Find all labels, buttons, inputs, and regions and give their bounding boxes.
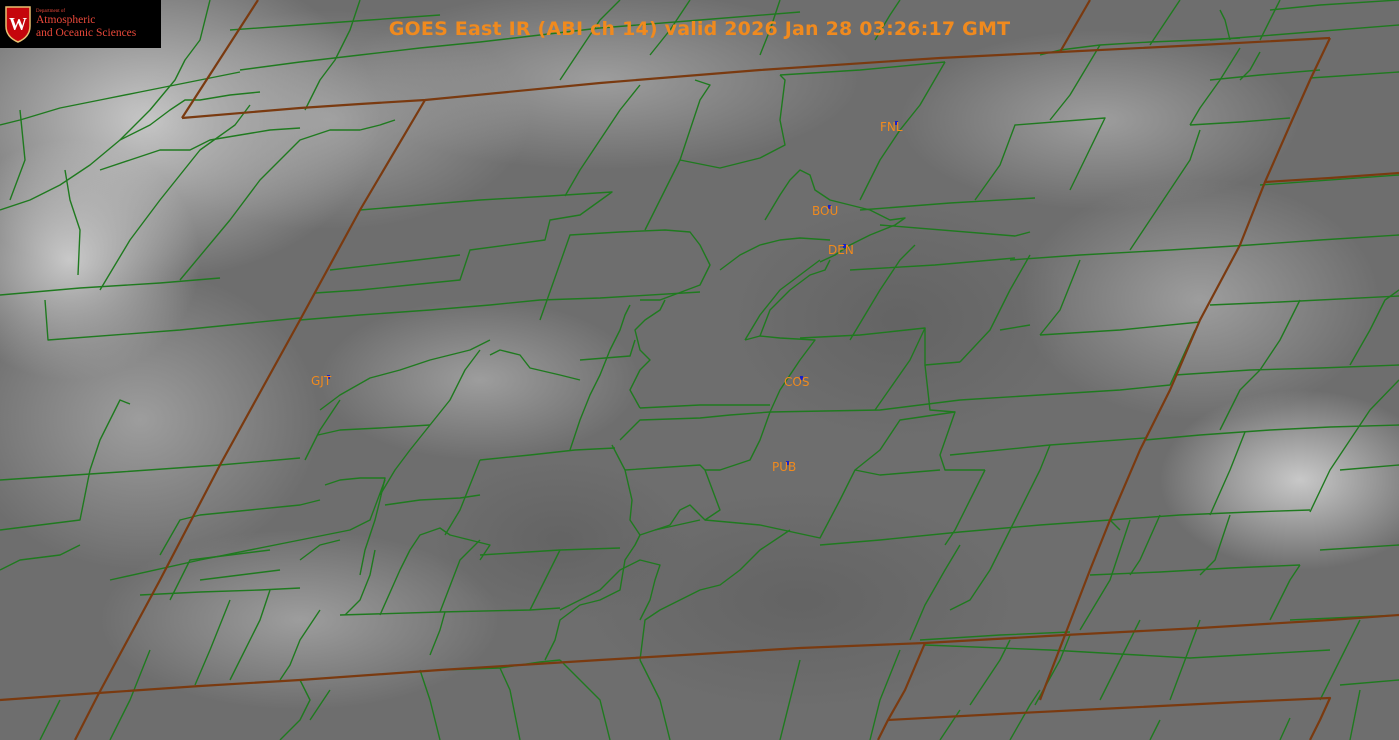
image-title: GOES East IR (ABI ch 14) valid 2026 Jan … bbox=[388, 18, 1011, 40]
satellite-map-view: W Department of Atmospheric and Oceanic … bbox=[0, 0, 1399, 740]
station-label-bou: BOU bbox=[812, 204, 839, 218]
station-label-gjt: GJT bbox=[311, 374, 332, 388]
ir-satellite-map bbox=[0, 0, 1399, 740]
station-label-fnl: FNL bbox=[880, 120, 903, 134]
station-label-cos: COS bbox=[784, 375, 810, 389]
station-label-den: DEN bbox=[828, 243, 854, 257]
station-label-pub: PUB bbox=[772, 460, 797, 474]
